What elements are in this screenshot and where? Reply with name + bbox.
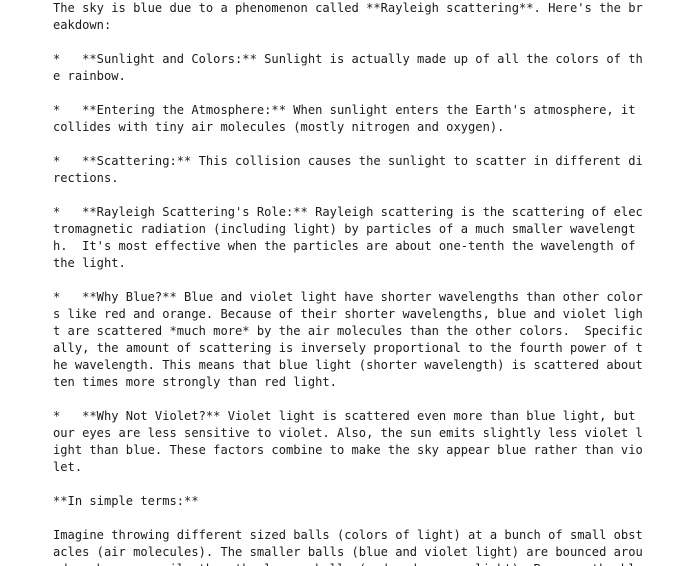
terminal-output: The sky is blue due to a phenomenon call… <box>0 0 698 566</box>
text-line: ight than blue. These factors combine to… <box>53 443 643 457</box>
text-line <box>53 510 643 527</box>
text-line: he wavelength. This means that blue ligh… <box>53 358 643 372</box>
text-line: nd much more easily than the larger ball… <box>53 561 643 566</box>
text-line <box>53 136 643 153</box>
text-line: * **Why Not Violet?** Violet light is sc… <box>53 409 636 423</box>
text-line <box>53 85 643 102</box>
response-text: The sky is blue due to a phenomenon call… <box>53 0 643 566</box>
text-line: collides with tiny air molecules (mostly… <box>53 120 505 134</box>
text-line: acles (air molecules). The smaller balls… <box>53 545 643 559</box>
text-line: * **Why Blue?** Blue and violet light ha… <box>53 290 643 304</box>
text-line: tromagnetic radiation (including light) … <box>53 222 636 236</box>
text-line: ally, the amount of scattering is invers… <box>53 341 643 355</box>
text-line: * **Scattering:** This collision causes … <box>53 154 643 168</box>
text-line <box>53 187 643 204</box>
text-line: let. <box>53 460 83 474</box>
text-line: e rainbow. <box>53 69 126 83</box>
text-line: our eyes are less sensitive to violet. A… <box>53 426 643 440</box>
text-line: rections. <box>53 171 119 185</box>
text-line: eakdown: <box>53 18 112 32</box>
text-line: Imagine throwing different sized balls (… <box>53 528 643 542</box>
text-line <box>53 391 643 408</box>
text-line: The sky is blue due to a phenomenon call… <box>53 1 643 15</box>
text-line <box>53 34 643 51</box>
text-line: * **Rayleigh Scattering's Role:** Raylei… <box>53 205 643 219</box>
text-line <box>53 476 643 493</box>
text-line: **In simple terms:** <box>53 494 199 508</box>
text-line: * **Sunlight and Colors:** Sunlight is a… <box>53 52 643 66</box>
text-line: * **Entering the Atmosphere:** When sunl… <box>53 103 636 117</box>
text-line: h. It's most effective when the particle… <box>53 239 636 253</box>
text-line: s like red and orange. Because of their … <box>53 307 643 321</box>
text-line: t are scattered *much more* by the air m… <box>53 324 643 338</box>
text-line <box>53 272 643 289</box>
text-line: ten times more strongly than red light. <box>53 375 337 389</box>
text-line: the light. <box>53 256 126 270</box>
